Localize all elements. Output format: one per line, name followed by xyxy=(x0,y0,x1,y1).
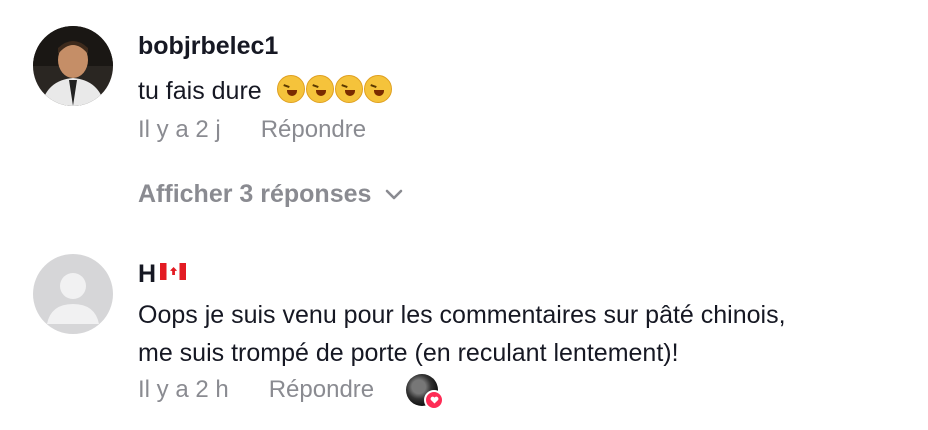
reply-button[interactable]: Répondre xyxy=(261,114,366,146)
emoji-group xyxy=(276,75,392,105)
comment-username-row: H xyxy=(138,258,908,290)
avatar[interactable] xyxy=(33,26,113,106)
rofl-emoji-icon xyxy=(363,75,392,103)
user-photo-icon xyxy=(33,26,113,106)
comment-meta: Il y a 2 j Répondre xyxy=(138,114,908,146)
default-avatar-icon xyxy=(33,254,113,334)
comment-timestamp: Il y a 2 h xyxy=(138,376,229,403)
comment-text-row: tu fais dure xyxy=(138,72,908,110)
heart-icon xyxy=(424,390,445,410)
avatar[interactable] xyxy=(33,254,113,334)
rofl-emoji-icon xyxy=(276,75,305,103)
comment-username[interactable]: H xyxy=(138,260,156,288)
comment-timestamp: Il y a 2 j xyxy=(138,116,221,143)
view-replies-button[interactable]: Afficher 3 réponses xyxy=(138,180,403,209)
rofl-emoji-icon xyxy=(305,75,334,103)
comment-meta: Il y a 2 h Répondre xyxy=(138,374,908,410)
view-replies-label: Afficher 3 réponses xyxy=(138,180,372,208)
chevron-down-icon xyxy=(386,189,403,199)
rofl-emoji-icon xyxy=(334,75,363,103)
comment-username[interactable]: bobjrbelec1 xyxy=(138,30,908,62)
comment-text-line: me suis trompé de porte (en reculant len… xyxy=(138,339,679,367)
comment-text-line: Oops je suis venu pour les commentaires … xyxy=(138,301,786,329)
reply-button[interactable]: Répondre xyxy=(269,374,374,406)
comment-text: tu fais dure xyxy=(138,77,262,105)
creator-liked-badge xyxy=(406,374,445,410)
canada-flag-icon xyxy=(160,263,187,280)
